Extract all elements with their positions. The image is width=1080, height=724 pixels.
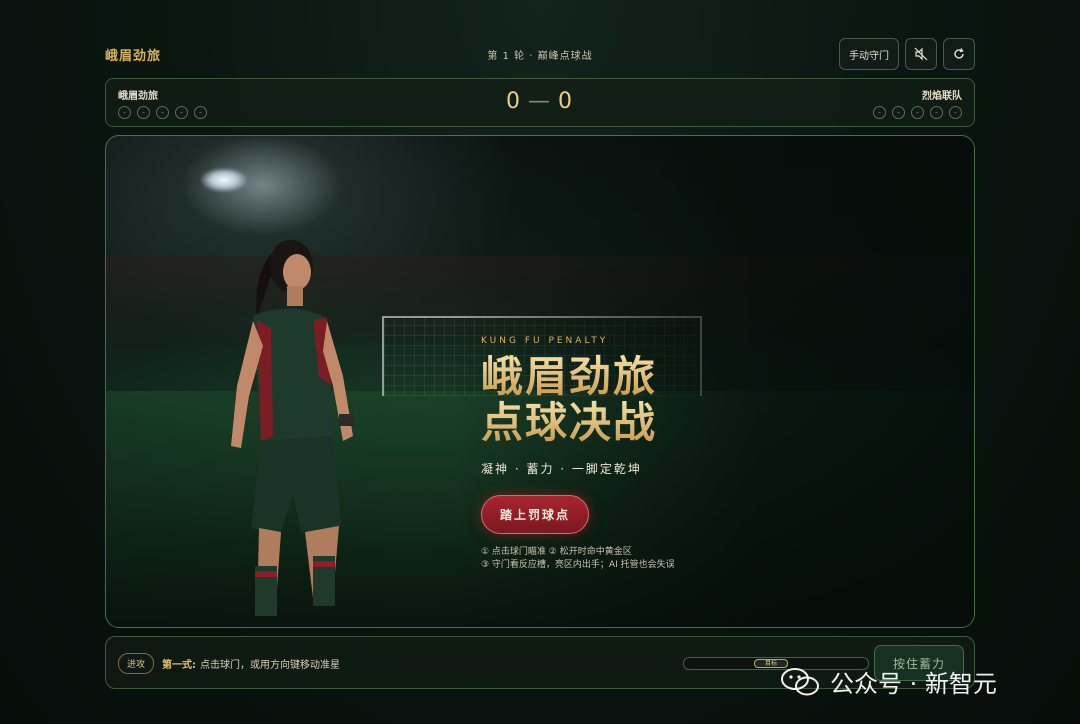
attempt-dot: - xyxy=(873,106,886,119)
manual-keeper-button[interactable]: 手动守门 xyxy=(839,38,899,70)
refresh-icon xyxy=(954,48,964,59)
mute-icon xyxy=(914,47,928,61)
hero-title-line2: 点球决战 xyxy=(481,400,781,446)
attempt-dot: - xyxy=(911,106,924,119)
instruction-text: 第一式: 点击球门，或用方向键移动准星 xyxy=(162,656,340,671)
top-bar: 峨眉劲旅 第 1 轮 · 巅峰点球战 手动守门 xyxy=(105,38,975,70)
attempt-dot: - xyxy=(930,106,943,119)
away-team-name: 烈焰联队 xyxy=(922,91,962,102)
away-team: 烈焰联队 - - - - - xyxy=(873,87,962,119)
top-controls: 手动守门 xyxy=(839,38,975,70)
away-attempts: - - - - - xyxy=(873,106,962,119)
phase-badge: 进攻 xyxy=(118,653,155,674)
score-separator: — xyxy=(528,89,552,114)
hero-title-line1: 峨眉劲旅 xyxy=(481,354,781,400)
game-stage[interactable]: KUNG FU PENALTY 峨眉劲旅 点球决战 凝神 · 蓄力 · 一脚定乾… xyxy=(105,135,975,628)
player-illustration xyxy=(231,240,353,616)
restart-button[interactable] xyxy=(943,38,975,70)
how-to-play: ① 点击球门瞄准 ② 松开时命中黄金区 ③ 守门看反应槽，亮区内出手；AI 托管… xyxy=(481,546,781,572)
watermark-text: 公众号 · 新智元 xyxy=(830,670,997,698)
hint-line: ③ 守门看反应槽，亮区内出手；AI 托管也会失误 xyxy=(481,560,675,570)
hero-kicker: KUNG FU PENALTY xyxy=(481,336,609,346)
watermark: 公众号 · 新智元 xyxy=(780,664,997,699)
score-display: 0—0 xyxy=(106,89,974,114)
home-score: 0 xyxy=(506,89,522,114)
start-penalty-button[interactable]: 踏上罚球点 xyxy=(481,495,590,534)
attempt-dot: - xyxy=(892,106,905,119)
attempt-dot: - xyxy=(949,106,962,119)
step-instruction: 点击球门，或用方向键移动准星 xyxy=(200,660,340,671)
scoreboard: 峨眉劲旅 - - - - - 0—0 烈焰联队 - - - - - xyxy=(105,78,975,127)
step-label: 第一式: xyxy=(162,660,196,671)
hero-tagline: 凝神 · 蓄力 · 一脚定乾坤 xyxy=(481,462,642,476)
mute-button[interactable] xyxy=(905,38,937,70)
hero-panel: KUNG FU PENALTY 峨眉劲旅 点球决战 凝神 · 蓄力 · 一脚定乾… xyxy=(481,336,781,572)
wechat-icon xyxy=(781,667,819,695)
hint-line: ① 点击球门瞄准 ② 松开时命中黄金区 xyxy=(481,547,632,557)
away-score: 0 xyxy=(558,89,574,114)
